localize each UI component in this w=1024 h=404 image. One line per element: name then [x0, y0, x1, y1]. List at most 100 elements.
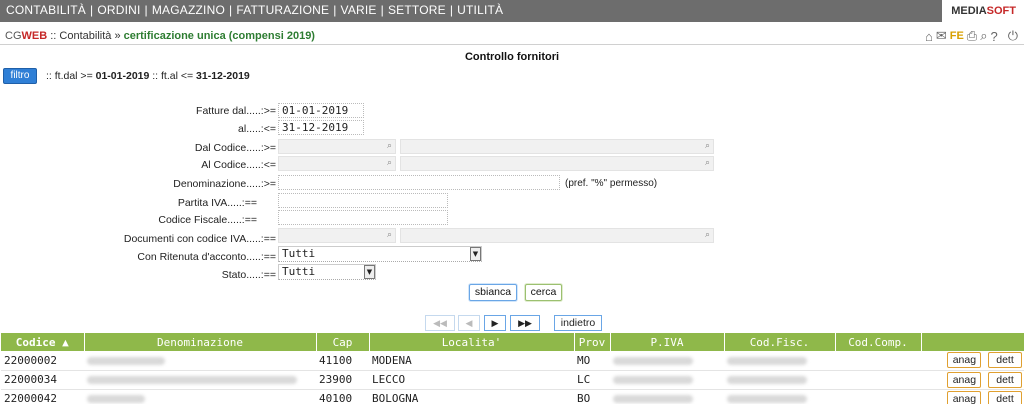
search-icon[interactable]: ⌕ — [387, 229, 392, 242]
anag-button[interactable]: anag — [947, 352, 982, 369]
menu-ordini[interactable]: ORDINI — [97, 3, 140, 17]
col-piva[interactable]: P.IVA — [610, 333, 725, 351]
cell-cap: 23900 — [316, 370, 369, 390]
pager-first-button[interactable]: ◀◀ — [425, 315, 455, 331]
col-localita[interactable]: Localita' — [369, 333, 575, 351]
cell-codice: 22000034 — [1, 370, 84, 390]
ritenuta-select[interactable]: Tutti ▼ — [278, 246, 482, 262]
cell-piva-redacted — [610, 389, 724, 404]
results-table: Codice ▲ Denominazione Cap Localita' Pro… — [1, 333, 1024, 404]
filter-button[interactable]: filtro — [3, 68, 37, 84]
cell-codfisc-redacted — [724, 351, 835, 371]
mail-icon[interactable]: ✉ — [936, 28, 947, 44]
partita-iva-label: Partita IVA.....:== — [177, 197, 257, 209]
col-denominazione[interactable]: Denominazione — [84, 333, 317, 351]
al-label: al.....:<= — [238, 123, 276, 135]
cell-codfisc-redacted — [724, 389, 835, 404]
cell-denominazione-redacted — [84, 351, 316, 371]
col-codfisc[interactable]: Cod.Fisc. — [724, 333, 836, 351]
app-name[interactable]: CG — [5, 30, 22, 42]
documenti-cf-label: Documenti con codice IVA.....:== — [123, 233, 276, 245]
breadcrumb: CGWEB :: Contabilità » certificazione un… — [5, 30, 315, 42]
print-icon[interactable]: ⎙ — [967, 28, 977, 44]
breadcrumb-section[interactable]: Contabilità — [59, 30, 111, 42]
table-row: 22000002 41100 MODENA MO anag dett — [1, 351, 1024, 371]
menu-fatturazione[interactable]: FATTURAZIONE — [236, 3, 329, 17]
header-divider — [0, 44, 1024, 45]
al-codice-input[interactable]: ⌕ — [278, 156, 396, 171]
cell-codcomp — [835, 389, 921, 404]
cell-piva-redacted — [610, 351, 724, 371]
sbianca-button[interactable]: sbianca — [469, 284, 517, 301]
documenti-cf-input[interactable]: ⌕ — [278, 228, 396, 243]
power-icon[interactable]: ⏻ — [1008, 28, 1018, 44]
col-codcomp[interactable]: Cod.Comp. — [835, 333, 922, 351]
dal-codice-label: Dal Codice.....:>= — [194, 142, 276, 154]
cell-codice: 22000002 — [1, 351, 84, 371]
toolbar-icons: ⌂ ✉ FE ⎙ ⌕? ⏻ — [922, 28, 1018, 44]
menu-settore[interactable]: SETTORE — [388, 3, 446, 17]
search-icon[interactable]: ⌕ — [705, 157, 710, 170]
breadcrumb-current: certificazione unica (compensi 2019) — [123, 30, 315, 42]
search-icon[interactable]: ⌕ — [387, 140, 392, 153]
cell-denominazione-redacted — [84, 370, 316, 390]
codice-fiscale-input[interactable] — [278, 210, 448, 225]
col-codice[interactable]: Codice ▲ — [1, 333, 85, 351]
table-row: 22000042 40100 BOLOGNA BO anag dett — [1, 389, 1024, 404]
denominazione-input[interactable] — [278, 175, 560, 190]
stato-select[interactable]: Tutti ▼ — [278, 264, 376, 280]
anag-button[interactable]: anag — [947, 371, 982, 388]
cerca-button[interactable]: cerca — [525, 284, 562, 301]
top-menu-bar: CONTABILITÀ | ORDINI | MAGAZZINO | FATTURAZION… — [0, 0, 1024, 22]
cell-piva-redacted — [610, 370, 724, 390]
ritenuta-label: Con Ritenuta d'acconto.....:== — [137, 251, 276, 263]
documenti-cf-desc[interactable]: ⌕ — [400, 228, 714, 243]
search-icon[interactable]: ⌕ — [980, 28, 987, 44]
filter-summary: :: ft.dal >= 01-01-2019 :: ft.al <= 31-1… — [46, 70, 250, 82]
fe-icon[interactable]: FE — [950, 30, 964, 42]
cell-actions: anag dett — [921, 370, 1024, 390]
cell-localita: BOLOGNA — [369, 389, 574, 404]
cell-cap: 40100 — [316, 389, 369, 404]
dal-codice-input[interactable]: ⌕ — [278, 139, 396, 154]
cell-actions: anag dett — [921, 389, 1024, 404]
anag-button[interactable]: anag — [947, 390, 982, 404]
fatture-dal-label: Fatture dal.....:>= — [196, 105, 276, 117]
al-codice-label: Al Codice.....:<= — [201, 159, 276, 171]
search-icon[interactable]: ⌕ — [387, 157, 392, 170]
dett-button[interactable]: dett — [988, 371, 1022, 388]
main-menu: CONTABILITÀ | ORDINI | MAGAZZINO | FATTURAZION… — [6, 3, 504, 17]
back-button[interactable]: indietro — [554, 315, 602, 331]
al-input[interactable]: 31-12-2019 — [278, 120, 364, 135]
cell-localita: MODENA — [369, 351, 574, 371]
dett-button[interactable]: dett — [988, 390, 1022, 404]
home-icon[interactable]: ⌂ — [925, 29, 933, 44]
table-row: 22000034 23900 LECCO LC anag dett — [1, 370, 1024, 390]
dal-codice-desc[interactable]: ⌕ — [400, 139, 714, 154]
col-prov[interactable]: Prov — [574, 333, 611, 351]
search-icon[interactable]: ⌕ — [705, 229, 710, 242]
stato-label: Stato.....:== — [221, 269, 276, 281]
pager-next-button[interactable]: ▶ — [484, 315, 506, 331]
partita-iva-input[interactable] — [278, 193, 448, 208]
menu-utilita[interactable]: UTILITÀ — [457, 3, 503, 17]
fatture-dal-input[interactable]: 01-01-2019 — [278, 103, 364, 118]
chevron-down-icon[interactable]: ▼ — [364, 265, 375, 279]
al-codice-desc[interactable]: ⌕ — [400, 156, 714, 171]
codice-fiscale-label: Codice Fiscale.....:== — [158, 214, 257, 226]
help-icon[interactable]: ? — [990, 29, 997, 44]
cell-prov: BO — [574, 389, 610, 404]
page-title: Controllo fornitori — [464, 51, 560, 63]
menu-varie[interactable]: VARIE — [341, 3, 377, 17]
table-header: Codice ▲ Denominazione Cap Localita' Pro… — [1, 333, 1024, 351]
menu-magazzino[interactable]: MAGAZZINO — [152, 3, 225, 17]
col-cap[interactable]: Cap — [316, 333, 370, 351]
pager-last-button[interactable]: ▶▶ — [510, 315, 540, 331]
search-icon[interactable]: ⌕ — [705, 140, 710, 153]
cell-codcomp — [835, 351, 921, 371]
dett-button[interactable]: dett — [988, 352, 1022, 369]
pager-prev-button[interactable]: ◀ — [458, 315, 480, 331]
cell-codfisc-redacted — [724, 370, 835, 390]
chevron-down-icon[interactable]: ▼ — [470, 247, 481, 261]
menu-contabilita[interactable]: CONTABILITÀ — [6, 3, 86, 17]
